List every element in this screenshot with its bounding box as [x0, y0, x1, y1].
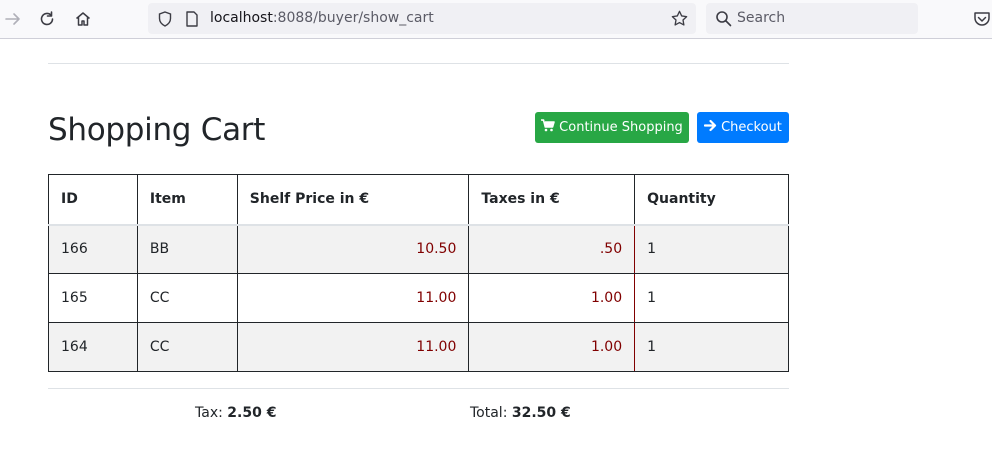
address-bar[interactable]: localhost:8088/buyer/show_cart	[148, 3, 696, 34]
pocket-icon[interactable]	[972, 9, 992, 29]
reload-icon[interactable]	[37, 9, 57, 29]
header-shelf-price: Shelf Price in €	[236, 174, 470, 226]
header-taxes: Taxes in €	[468, 174, 636, 226]
checkout-button[interactable]: Checkout	[697, 112, 789, 143]
home-icon[interactable]	[73, 9, 93, 29]
cart-table: ID Item Shelf Price in € Taxes in € Quan…	[48, 174, 789, 372]
table-row: 165 CC 11.00 1.00 1	[48, 273, 789, 323]
arrow-right-icon	[703, 119, 717, 136]
cell-price: 11.00	[236, 273, 470, 323]
table-row: 166 BB 10.50 .50 1	[48, 224, 789, 274]
header-quantity: Quantity	[634, 174, 789, 226]
total-value: 32.50 €	[511, 405, 571, 421]
browser-toolbar: localhost:8088/buyer/show_cart Search	[0, 0, 992, 39]
cell-id: 165	[48, 273, 138, 323]
table-row: 164 CC 11.00 1.00 1	[48, 322, 789, 372]
page-info-icon[interactable]	[184, 10, 200, 32]
url-path: :8088/buyer/show_cart	[272, 10, 434, 26]
cell-id: 164	[48, 322, 138, 372]
cell-quantity: 1	[634, 322, 789, 372]
tax-value: 2.50 €	[227, 405, 277, 421]
cell-tax: .50	[468, 224, 636, 274]
cell-tax: 1.00	[468, 273, 636, 323]
url-text[interactable]: localhost:8088/buyer/show_cart	[210, 10, 434, 26]
continue-shopping-label: Continue Shopping	[559, 120, 683, 135]
search-placeholder: Search	[737, 10, 786, 26]
cell-price: 11.00	[236, 322, 470, 372]
bottom-divider	[48, 388, 789, 389]
cell-quantity: 1	[634, 224, 789, 274]
cell-tax: 1.00	[468, 322, 636, 372]
header-item: Item	[136, 174, 238, 226]
bookmark-star-icon[interactable]	[670, 9, 689, 32]
cell-item: CC	[136, 273, 238, 323]
page-title: Shopping Cart	[48, 112, 266, 148]
total-summary: Total: 32.50 €	[470, 405, 571, 421]
tax-summary: Tax: 2.50 €	[195, 405, 276, 421]
continue-shopping-button[interactable]: Continue Shopping	[535, 112, 689, 143]
forward-arrow-icon[interactable]	[3, 9, 23, 29]
checkout-label: Checkout	[721, 120, 782, 135]
cell-quantity: 1	[634, 273, 789, 323]
top-divider	[48, 63, 789, 64]
search-icon	[715, 10, 732, 31]
cell-item: BB	[136, 224, 238, 274]
search-bar[interactable]: Search	[706, 3, 918, 34]
cell-price: 10.50	[236, 224, 470, 274]
total-label: Total:	[470, 405, 508, 421]
cell-id: 166	[48, 224, 138, 274]
shopping-cart-icon	[541, 119, 555, 136]
table-header-row: ID Item Shelf Price in € Taxes in € Quan…	[48, 174, 789, 226]
tax-label: Tax:	[195, 405, 223, 421]
cell-item: CC	[136, 322, 238, 372]
tracking-shield-icon[interactable]	[156, 10, 174, 32]
header-id: ID	[48, 174, 138, 226]
url-host: localhost	[210, 10, 273, 26]
